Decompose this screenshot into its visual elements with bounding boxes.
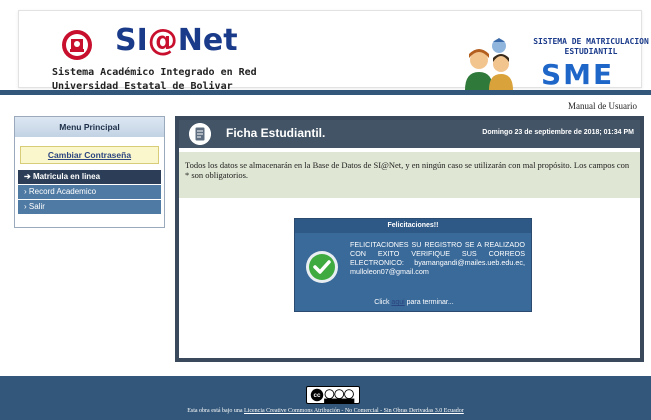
license-prefix: Esta obra está bajo una [187, 408, 243, 414]
dialog-message: FELICITACIONES SU REGISTRO SE A REALIZAD… [350, 240, 525, 276]
panel-header: Ficha Estudiantil. Domingo 23 de septiem… [179, 120, 640, 148]
menu-item-label: Record Academico [28, 187, 97, 196]
user-manual-link[interactable]: Manual de Usuario [568, 101, 637, 111]
sinet-logo: SI@Net [115, 25, 238, 57]
dialog-footer: Click aqui para terminar... [295, 299, 533, 306]
menu-heading: Menu Principal [15, 117, 164, 137]
finish-link[interactable]: aqui [391, 299, 404, 306]
page-title: Ficha Estudiantil. [226, 126, 326, 140]
menu-item-record[interactable]: › Record Academico [18, 185, 161, 199]
page-footer: cc Esta obra está bajo una Licencia Crea… [0, 376, 651, 420]
menu-item-label: Salir [28, 202, 45, 211]
creative-commons-badge-icon[interactable]: cc [306, 386, 360, 404]
checkmark-icon [306, 251, 338, 283]
logo-si: SI [115, 23, 148, 58]
university-seal-icon [62, 30, 92, 60]
document-icon [189, 123, 211, 145]
app-header: SI@Net Sistema Académico Integrado en Re… [0, 0, 651, 92]
license-link[interactable]: Licencia Creative Commons Atribución - N… [244, 408, 464, 414]
license-notice: Esta obra está bajo una Licencia Creativ… [0, 408, 651, 414]
dialog-footer-prefix: Click [374, 299, 390, 306]
logo-net: Net [177, 23, 238, 58]
success-dialog: Felicitaciones!! FELICITACIONES SU REGIS… [294, 218, 532, 312]
privacy-notice: Todos los datos se almacenarán en la Bas… [179, 152, 640, 198]
main-menu: Menu Principal Cambiar Contraseña ➔ Matr… [14, 116, 165, 228]
system-subtitle: Sistema Académico Integrado en Red [52, 67, 257, 78]
menu-item-label: Matricula en linea [32, 172, 101, 181]
svg-text:cc: cc [314, 392, 321, 399]
menu-item-matricula[interactable]: ➔ Matricula en linea [18, 170, 161, 184]
arrow-right-icon: ➔ [24, 172, 31, 181]
students-icon [465, 38, 513, 90]
menu-item-salir[interactable]: › Salir [18, 200, 161, 214]
header-divider [0, 90, 651, 95]
logo-at: @ [147, 23, 178, 58]
header-banner: SI@Net Sistema Académico Integrado en Re… [18, 10, 649, 92]
chevron-right-icon: › [24, 202, 27, 211]
sme-subtitle: SISTEMA DE MATRICULACION ESTUDIANTIL [533, 37, 649, 56]
dialog-footer-suffix: para terminar... [406, 299, 454, 306]
dialog-title: Felicitaciones!! [295, 219, 531, 233]
sme-logo: SME [541, 58, 615, 91]
student-form-panel: Ficha Estudiantil. Domingo 23 de septiem… [175, 116, 644, 362]
current-date: Domingo 23 de septiembre de 2018; 01:34 … [482, 129, 634, 136]
chevron-right-icon: › [24, 187, 27, 196]
change-password-link[interactable]: Cambiar Contraseña [20, 146, 159, 164]
